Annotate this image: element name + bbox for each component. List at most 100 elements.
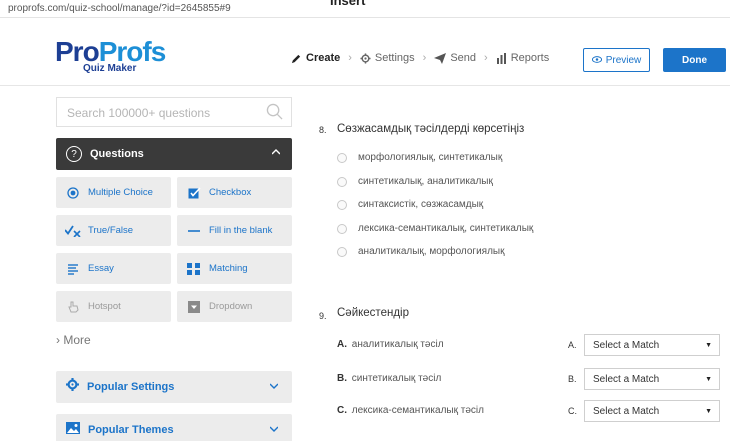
radio-button[interactable] xyxy=(337,176,347,187)
caret-down-icon: ▼ xyxy=(705,408,712,415)
eye-icon xyxy=(591,55,602,66)
chevron-down-icon xyxy=(269,381,279,392)
chevron-down-icon xyxy=(269,424,279,435)
answer-option[interactable]: синтаксистік, сөзжасамдық xyxy=(337,199,483,210)
gear-icon xyxy=(360,52,371,64)
chevron-right-icon: › xyxy=(422,52,427,64)
radio-button[interactable] xyxy=(337,223,347,234)
match-item: A. аналитикалық тәсіл xyxy=(337,339,444,350)
option-text: синтаксистік, сөзжасамдық xyxy=(358,199,484,210)
match-prefix: C. xyxy=(337,405,347,416)
question-title[interactable]: Сәйкестендір xyxy=(337,307,409,319)
qtype-fill-blank[interactable]: Fill in the blank xyxy=(177,215,292,246)
more-label: More xyxy=(63,333,91,347)
popular-themes-label: Popular Themes xyxy=(88,424,174,436)
url-text[interactable]: proprofs.com/quiz-school/manage/?id=2645… xyxy=(8,3,231,14)
pencil-icon xyxy=(291,53,302,64)
match-text: синтетикалық тәсіл xyxy=(351,373,442,384)
match-row: A. аналитикалық тәсіл A. Select a Match … xyxy=(337,334,722,356)
workflow-nav: Create › Settings › Send › Reports xyxy=(291,52,549,64)
preview-label: Preview xyxy=(605,54,642,66)
chevron-up-icon xyxy=(271,147,281,158)
search-placeholder: Search 100000+ questions xyxy=(67,106,211,120)
match-prefix: A. xyxy=(337,339,347,350)
question-number: 9. xyxy=(319,311,327,321)
option-text: синтетикалық, аналитикалық xyxy=(358,176,493,187)
question-number: 8. xyxy=(319,125,327,135)
qtype-label: Matching xyxy=(209,263,248,274)
nav-create-label: Create xyxy=(306,52,341,64)
caret-down-icon: ▼ xyxy=(705,342,712,349)
questions-section-header[interactable]: ? Questions xyxy=(56,138,292,170)
nav-settings[interactable]: Settings xyxy=(360,52,415,64)
match-select[interactable]: Select a Match ▼ xyxy=(584,368,720,390)
matching-icon xyxy=(185,262,203,275)
question-sidebar: Search 100000+ questions ? Questions Mul… xyxy=(0,87,300,441)
paper-plane-icon xyxy=(434,52,447,64)
select-value: Select a Match xyxy=(593,405,660,417)
preview-button[interactable]: Preview xyxy=(583,48,650,72)
browser-url-bar[interactable]: Insert proprofs.com/quiz-school/manage/?… xyxy=(0,0,730,18)
option-text: морфологиялық, синтетикалық xyxy=(358,152,503,163)
image-icon xyxy=(66,421,80,439)
clipped-heading: Insert xyxy=(330,0,366,8)
match-letter: A. xyxy=(568,340,577,350)
qtype-label: Dropdown xyxy=(209,301,253,312)
radio-button[interactable] xyxy=(337,246,347,257)
nav-create[interactable]: Create xyxy=(291,52,340,64)
logo-subtitle: Quiz Maker xyxy=(83,63,137,74)
chevron-right-icon: › xyxy=(484,52,488,64)
qtype-multiple-choice[interactable]: Multiple Choice xyxy=(56,177,171,208)
question-mark-icon: ? xyxy=(66,146,82,162)
match-item: C. лексика-семантикалық тәсіл xyxy=(337,405,484,416)
select-value: Select a Match xyxy=(593,339,660,351)
qtype-essay[interactable]: Essay xyxy=(56,253,171,284)
qtype-hotspot[interactable]: Hotspot xyxy=(56,291,171,322)
checkbox-icon xyxy=(185,186,203,199)
more-types-link[interactable]: › More xyxy=(56,333,91,347)
search-icon[interactable] xyxy=(266,103,283,125)
match-select[interactable]: Select a Match ▼ xyxy=(584,400,720,422)
quiz-canvas: 8. Сөзжасамдық тәсілдерді көрсетіңіз мор… xyxy=(300,87,730,441)
qtype-checkbox[interactable]: Checkbox xyxy=(177,177,292,208)
option-text: аналитикалық, морфологиялық xyxy=(358,246,505,257)
answer-option[interactable]: аналитикалық, морфологиялық xyxy=(337,246,504,257)
answer-option[interactable]: лексика-семантикалық, синтетикалық xyxy=(337,223,533,234)
popular-themes-panel[interactable]: Popular Themes xyxy=(56,414,292,441)
match-text: аналитикалық тәсіл xyxy=(351,339,444,350)
radio-icon xyxy=(64,186,82,199)
popular-settings-label: Popular Settings xyxy=(87,381,175,393)
done-button[interactable]: Done xyxy=(663,48,726,72)
qtype-label: Hotspot xyxy=(88,301,121,312)
answer-option[interactable]: синтетикалық, аналитикалық xyxy=(337,176,493,187)
qtype-true-false[interactable]: True/False xyxy=(56,215,171,246)
chevron-right-icon: › xyxy=(348,52,352,64)
nav-reports[interactable]: Reports xyxy=(496,52,549,64)
option-text: лексика-семантикалық, синтетикалық xyxy=(358,223,534,234)
caret-down-icon: ▼ xyxy=(705,376,712,383)
match-row: B. синтетикалық тәсіл B. Select a Match … xyxy=(337,368,722,390)
radio-button[interactable] xyxy=(337,152,347,163)
select-value: Select a Match xyxy=(593,373,660,385)
nav-send[interactable]: Send xyxy=(434,52,476,64)
dropdown-icon xyxy=(185,300,203,313)
popular-settings-panel[interactable]: Popular Settings xyxy=(56,371,292,403)
match-select[interactable]: Select a Match ▼ xyxy=(584,334,720,356)
essay-icon xyxy=(64,263,82,275)
hand-pointer-icon xyxy=(64,301,82,313)
chevron-right-icon: › xyxy=(56,333,60,347)
app-header: ProProfs Quiz Maker Create › Settings › … xyxy=(0,18,730,86)
search-input[interactable]: Search 100000+ questions xyxy=(56,97,292,127)
qtype-matching[interactable]: Matching xyxy=(177,253,292,284)
blank-line-icon xyxy=(185,225,203,237)
nav-send-label: Send xyxy=(450,52,477,64)
question-title[interactable]: Сөзжасамдық тәсілдерді көрсетіңіз xyxy=(337,123,524,135)
radio-button[interactable] xyxy=(337,199,347,210)
answer-option[interactable]: морфологиялық, синтетикалық xyxy=(337,152,502,163)
qtype-dropdown[interactable]: Dropdown xyxy=(177,291,292,322)
qtype-label: True/False xyxy=(88,225,134,236)
proprofs-logo[interactable]: ProProfs Quiz Maker xyxy=(55,38,166,75)
qtype-label: Fill in the blank xyxy=(209,225,273,236)
qtype-label: Multiple Choice xyxy=(88,187,153,198)
match-item: B. синтетикалық тәсіл xyxy=(337,373,441,384)
